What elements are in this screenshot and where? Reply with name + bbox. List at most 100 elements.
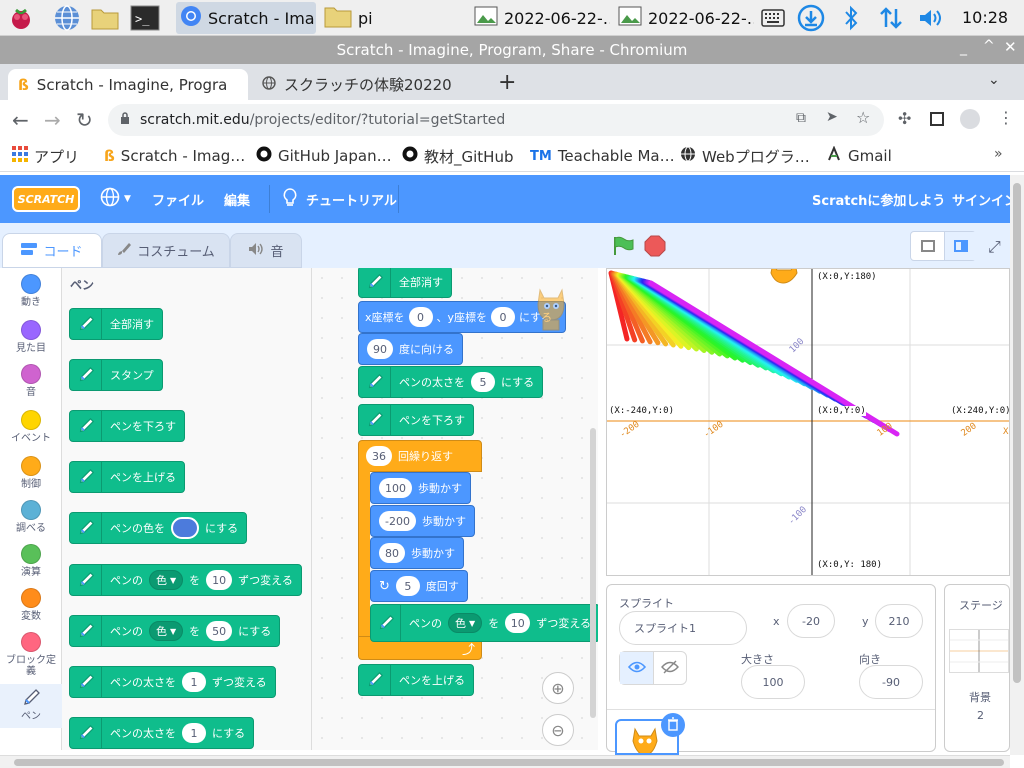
bookmark-github-materials[interactable]: 教材_GitHub: [402, 145, 513, 167]
bookmarks-overflow-icon[interactable]: »: [994, 146, 1003, 162]
script-block-change-pen-param[interactable]: ペンの 色 ▼ を 10 ずつ変える: [370, 604, 598, 642]
extensions-puzzle-icon[interactable]: ✣: [898, 109, 911, 128]
number-input[interactable]: 5: [395, 576, 420, 596]
param-dropdown[interactable]: 色 ▼: [149, 621, 184, 641]
minimize-button[interactable]: _: [960, 40, 967, 56]
normal-stage-button[interactable]: [944, 232, 976, 260]
tab-costumes[interactable]: コスチューム: [102, 233, 230, 268]
delete-sprite-button[interactable]: [661, 713, 685, 737]
script-block-move-3[interactable]: 80 歩動かす: [370, 537, 464, 569]
number-input[interactable]: 10: [206, 570, 233, 590]
category-sensing[interactable]: 調べる: [0, 500, 62, 534]
edit-menu[interactable]: 編集: [224, 175, 250, 223]
tab-code[interactable]: コード: [2, 233, 102, 268]
page-vertical-scrollbar[interactable]: [1010, 175, 1024, 755]
zoom-in-button[interactable]: ⊕: [542, 672, 574, 704]
block-pen-clear[interactable]: 全部消す: [69, 308, 163, 340]
category-sound[interactable]: 音: [0, 364, 62, 398]
script-block-clear[interactable]: 全部消す: [358, 268, 452, 298]
script-block-turn[interactable]: ↻ 5 度回す: [370, 570, 468, 602]
color-swatch[interactable]: [171, 517, 199, 539]
stage-thumbnail[interactable]: [949, 629, 1009, 673]
browser-globe-icon[interactable]: [52, 3, 82, 33]
script-block-move-1[interactable]: 100 歩動かす: [370, 472, 471, 504]
number-input[interactable]: 80: [379, 543, 405, 563]
param-dropdown[interactable]: 色 ▼: [149, 570, 184, 590]
file-manager-icon[interactable]: [90, 3, 120, 33]
block-set-pen-param[interactable]: ペンの 色 ▼ を 50 にする: [69, 615, 281, 647]
sprite-direction-input[interactable]: -90: [859, 665, 923, 699]
page-horizontal-scrollbar[interactable]: [0, 755, 1010, 768]
stage-selector-pane[interactable]: ステージ 背景 2: [944, 584, 1010, 752]
raspberry-menu-icon[interactable]: [6, 3, 36, 33]
network-icon[interactable]: [876, 3, 906, 33]
profile-avatar-icon[interactable]: [960, 109, 980, 129]
block-change-pen-size[interactable]: ペンの太さを 1 ずつ変える: [69, 666, 276, 698]
number-input[interactable]: 100: [379, 478, 412, 498]
number-input[interactable]: 50: [206, 621, 233, 641]
tab-sounds[interactable]: 音: [230, 233, 302, 268]
zoom-out-button[interactable]: ⊖: [542, 714, 574, 746]
bookmark-scratch[interactable]: ß Scratch - Imag…: [104, 145, 245, 167]
block-pen-stamp[interactable]: スタンプ: [69, 359, 163, 391]
script-scrollbar[interactable]: [590, 428, 596, 718]
sprite-name-input[interactable]: スプライト1: [619, 611, 747, 645]
number-input[interactable]: 1: [182, 672, 206, 692]
category-my-blocks[interactable]: ブロック定義: [0, 632, 62, 677]
browser-menu-icon[interactable]: ⋮: [998, 108, 1014, 127]
language-menu[interactable]: ▼: [100, 175, 131, 223]
number-input[interactable]: 0: [408, 307, 433, 327]
sprite-size-input[interactable]: 100: [741, 665, 805, 699]
show-button[interactable]: [620, 652, 654, 684]
block-set-pen-size[interactable]: ペンの太さを 1 にする: [69, 717, 255, 749]
bookmark-apps[interactable]: アプリ: [12, 145, 79, 167]
browser-tab-scratch[interactable]: ß Scratch - Imagine, Progra: [8, 69, 248, 100]
category-operators[interactable]: 演算: [0, 544, 62, 578]
category-variables[interactable]: 変数: [0, 588, 62, 622]
maximize-button[interactable]: ^: [983, 38, 995, 54]
number-input[interactable]: -200: [379, 511, 416, 531]
number-input[interactable]: 10: [505, 613, 531, 633]
back-arrow-icon[interactable]: ←: [12, 108, 29, 132]
scrollbar-thumb[interactable]: [14, 759, 1004, 766]
bookmark-web-programming[interactable]: Webプログラ…: [680, 145, 810, 167]
script-block-point-direction[interactable]: 90 度に向ける: [358, 333, 463, 365]
browser-tab-2[interactable]: スクラッチの体験20220: [252, 69, 488, 100]
forward-arrow-icon[interactable]: →: [44, 108, 61, 132]
bookmark-star-icon[interactable]: ☆: [856, 108, 870, 127]
number-input[interactable]: 90: [367, 339, 393, 359]
block-change-pen-param[interactable]: ペンの 色 ▼ を 10 ずつ変える: [69, 564, 302, 596]
bookmark-gmail[interactable]: Gmail: [826, 145, 892, 167]
category-motion[interactable]: 動き: [0, 274, 62, 308]
open-in-window-icon[interactable]: ⧉: [796, 110, 806, 126]
category-looks[interactable]: 見た目: [0, 320, 62, 354]
address-bar[interactable]: scratch.mit.edu/projects/editor/?tutoria…: [108, 104, 884, 136]
number-input[interactable]: 5: [471, 372, 495, 392]
fullscreen-icon[interactable]: ⤢: [988, 237, 1001, 257]
keyboard-icon[interactable]: [758, 3, 788, 33]
number-input[interactable]: 0: [491, 307, 516, 327]
reload-icon[interactable]: ↻: [76, 108, 93, 132]
block-pen-down[interactable]: ペンを下ろす: [69, 410, 185, 442]
taskbar-task-chromium[interactable]: Scratch - Ima…: [176, 2, 316, 34]
file-menu[interactable]: ファイル: [152, 175, 204, 223]
hide-button[interactable]: [653, 652, 686, 684]
stage-canvas[interactable]: (X:0,Y:180) (X:0,Y: 180) (X:-240,Y:0) (X…: [606, 268, 1010, 576]
block-set-pen-color[interactable]: ペンの色を にする: [69, 512, 248, 544]
bookmark-github-japan[interactable]: GitHub Japan…: [256, 145, 392, 167]
sprite-y-input[interactable]: 210: [875, 604, 923, 638]
close-button[interactable]: ✕: [1004, 38, 1017, 56]
download-icon[interactable]: [796, 3, 826, 33]
script-block-move-2[interactable]: -200 歩動かす: [370, 505, 475, 537]
number-input[interactable]: 36: [366, 446, 392, 466]
taskbar-task-image2[interactable]: 2022-06-22-…: [614, 2, 754, 34]
category-pen[interactable]: ペン: [0, 684, 62, 728]
script-block-pen-down[interactable]: ペンを下ろす: [358, 404, 474, 436]
number-input[interactable]: 1: [182, 723, 206, 743]
sprite-x-input[interactable]: -20: [787, 604, 835, 638]
stop-icon[interactable]: [644, 235, 666, 260]
signin-link[interactable]: サインイン: [952, 175, 1017, 223]
new-tab-button[interactable]: +: [498, 70, 516, 95]
volume-icon[interactable]: [916, 3, 946, 33]
param-dropdown[interactable]: 色 ▼: [448, 613, 483, 633]
